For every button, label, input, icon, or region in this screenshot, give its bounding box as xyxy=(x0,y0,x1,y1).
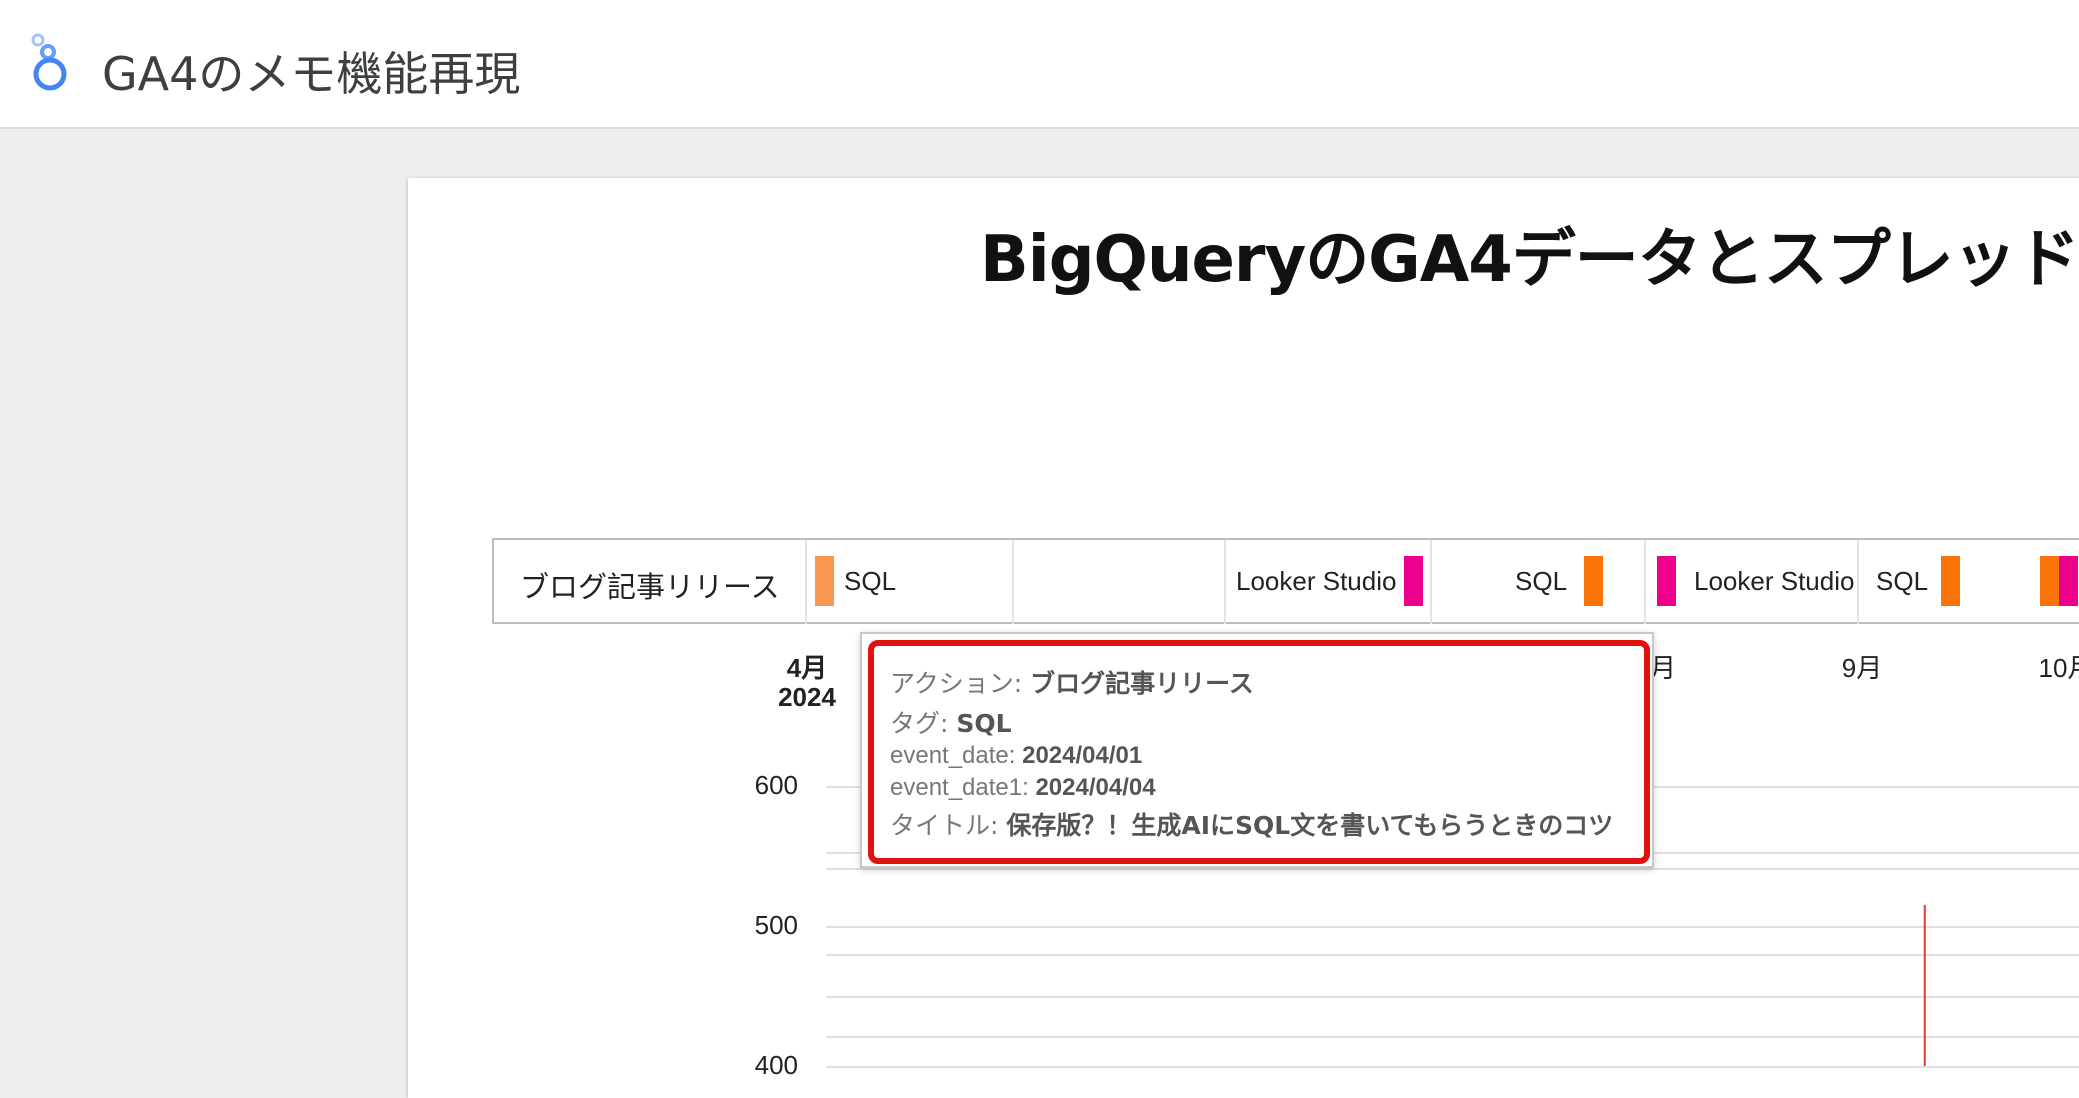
app-header: GA4のメモ機能再現 xyxy=(0,0,2079,129)
tooltip-event-date1: event_date1: 2024/04/04 xyxy=(890,774,1156,802)
tooltip-tag-value: SQL xyxy=(956,709,1012,738)
tooltip-date1-label: event_date1: xyxy=(890,774,1036,801)
tooltip-tag-label: タグ: xyxy=(890,709,957,738)
tooltip-event-date: event_date: 2024/04/01 xyxy=(890,742,1142,770)
tooltip-title-value: 保存版？！生成AIにSQL文を書いてもらうときのコツ xyxy=(1006,811,1614,840)
tooltip-date-label: event_date: xyxy=(890,742,1023,769)
tooltip-action: アクション: ブログ記事リリース xyxy=(890,664,1254,700)
tooltip-title-label: タイトル: xyxy=(890,811,1007,840)
app-title: GA4のメモ機能再現 xyxy=(102,47,521,101)
tooltip-action-value: ブログ記事リリース xyxy=(1030,669,1254,698)
tooltip-date1-value: 2024/04/04 xyxy=(1035,774,1156,801)
tooltip-title: タイトル: 保存版？！生成AIにSQL文を書いてもらうときのコツ xyxy=(890,806,1613,842)
tooltip-date-value: 2024/04/01 xyxy=(1022,742,1143,769)
tooltip-action-label: アクション: xyxy=(890,669,1031,698)
looker-studio-logo-icon[interactable] xyxy=(28,32,72,92)
tooltip-tag: タグ: SQL xyxy=(890,704,1012,740)
annotation-tooltip: アクション: ブログ記事リリース タグ: SQL event_date: 202… xyxy=(860,632,1654,868)
